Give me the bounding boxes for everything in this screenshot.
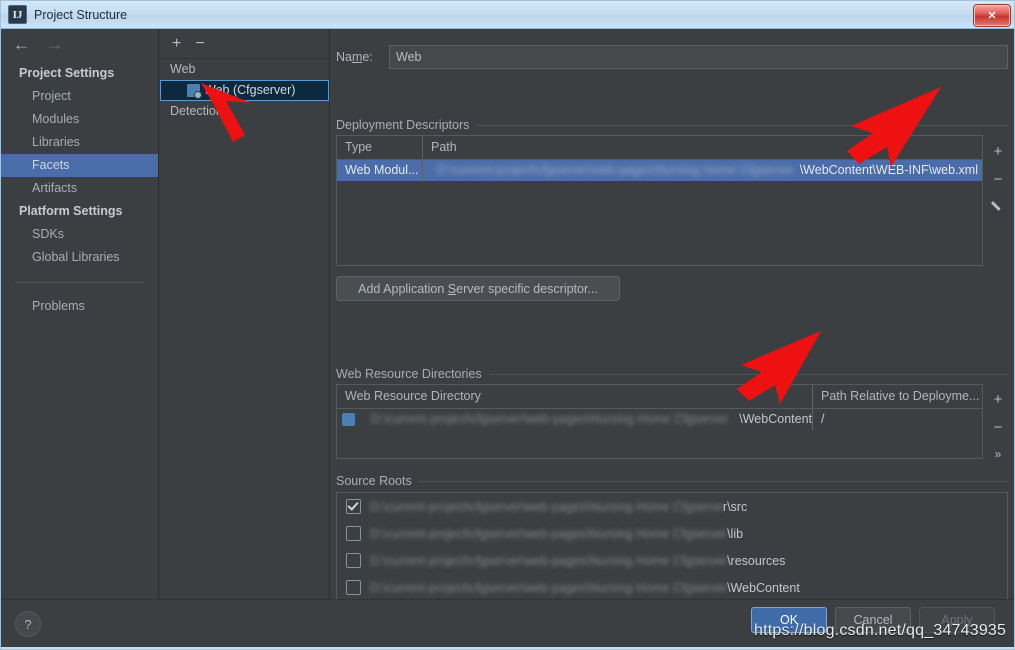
group-divider bbox=[418, 480, 1008, 482]
add-icon[interactable]: + bbox=[994, 144, 1003, 159]
sidebar-item-problems[interactable]: Problems bbox=[1, 295, 158, 318]
source-root-checkbox[interactable] bbox=[346, 499, 361, 514]
group-divider bbox=[488, 373, 1008, 375]
cell-relative-path: / bbox=[812, 409, 982, 430]
source-root-path-visible: \resources bbox=[727, 553, 786, 568]
web-resource-table-tools: + − » bbox=[984, 387, 1012, 460]
source-root-path-blurred: D:\current-project\cfgserver\web-pages\N… bbox=[370, 580, 728, 595]
source-roots-list: D:\current-project\cfgserver\web-pages\N… bbox=[336, 492, 1008, 614]
tree-node-label: Web (Cfgserver) bbox=[204, 83, 296, 97]
title-bar: IJ Project Structure ✕ bbox=[1, 1, 1014, 29]
remove-icon[interactable]: − bbox=[994, 420, 1003, 435]
sidebar-list: Project Settings Project Modules Librari… bbox=[1, 62, 158, 318]
table-header: Web Resource Directory Path Relative to … bbox=[337, 385, 982, 409]
table-header: Type Path bbox=[337, 136, 982, 160]
sidebar-group-project-settings: Project Settings bbox=[19, 66, 115, 80]
cell-path-blurred: D:\current-project\cfgserver\web-pages\N… bbox=[436, 163, 794, 177]
column-header-web-resource-directory[interactable]: Web Resource Directory bbox=[337, 385, 812, 408]
window-title: Project Structure bbox=[34, 7, 128, 22]
list-item[interactable]: D:\current-project\cfgserver\web-pages\N… bbox=[337, 574, 1007, 601]
facet-name-label: Name: bbox=[336, 50, 373, 64]
close-icon[interactable]: ✕ bbox=[974, 5, 1010, 26]
list-item[interactable]: D:\current-project\cfgserver\web-pages\N… bbox=[337, 547, 1007, 574]
source-root-checkbox[interactable] bbox=[346, 526, 361, 541]
facet-detail-panel: Name: Deployment Descriptors Type Path W… bbox=[331, 29, 1014, 614]
arrow-left-icon[interactable]: ← bbox=[13, 36, 30, 53]
source-root-path-blurred: D:\current-project\cfgserver\web-pages\N… bbox=[370, 499, 723, 514]
source-root-path-visible: \lib bbox=[727, 526, 744, 541]
add-icon[interactable]: + bbox=[172, 35, 181, 52]
web-resource-directories-table: Web Resource Directory Path Relative to … bbox=[336, 384, 983, 459]
apply-button: Apply bbox=[919, 607, 995, 633]
source-root-checkbox[interactable] bbox=[346, 553, 361, 568]
tree-node-web[interactable]: Web bbox=[160, 59, 329, 80]
column-header-type[interactable]: Type bbox=[337, 136, 422, 159]
tree-node-detection[interactable]: Detection bbox=[160, 101, 329, 122]
cell-type: Web Modul... bbox=[345, 163, 419, 177]
edit-icon[interactable] bbox=[992, 200, 1005, 213]
arrow-right-icon[interactable]: → bbox=[46, 36, 63, 53]
cell-dir-visible: \WebContent bbox=[739, 412, 812, 426]
ok-button[interactable]: OK bbox=[751, 607, 827, 633]
web-facet-icon bbox=[187, 84, 202, 99]
cancel-button[interactable]: Cancel bbox=[835, 607, 911, 633]
project-structure-window: IJ Project Structure ✕ ← → Project Setti… bbox=[0, 0, 1015, 650]
folder-icon bbox=[342, 413, 355, 426]
cell-path: D:\current-project\cfgserver\web-pages\N… bbox=[422, 160, 982, 181]
sidebar-item-facets[interactable]: Facets bbox=[1, 154, 158, 177]
facet-tree-panel: + − Web Web (Cfgserver) Detection bbox=[160, 29, 330, 599]
sidebar-item-libraries[interactable]: Libraries bbox=[1, 131, 158, 154]
add-application-server-descriptor-button[interactable]: Add Application Server specific descript… bbox=[336, 276, 620, 301]
source-root-path-visible: r\src bbox=[722, 499, 748, 514]
group-divider bbox=[476, 124, 1008, 126]
sidebar-item-artifacts[interactable]: Artifacts bbox=[1, 177, 158, 200]
source-root-path-blurred: D:\current-project\cfgserver\web-pages\N… bbox=[370, 526, 728, 541]
group-label: Web Resource Directories bbox=[336, 367, 482, 381]
navigation-arrows: ← → bbox=[1, 29, 158, 59]
source-root-checkbox[interactable] bbox=[346, 580, 361, 595]
list-item[interactable]: D:\current-project\cfgserver\web-pages\N… bbox=[337, 520, 1007, 547]
group-label: Source Roots bbox=[336, 474, 412, 488]
sidebar-divider bbox=[15, 282, 144, 283]
column-header-path-relative[interactable]: Path Relative to Deployme... bbox=[812, 385, 982, 408]
list-item[interactable]: D:\current-project\cfgserver\web-pages\N… bbox=[337, 493, 1007, 520]
source-roots-title: Source Roots bbox=[336, 474, 1008, 488]
deployment-table-tools: + − bbox=[984, 139, 1012, 213]
group-label: Deployment Descriptors bbox=[336, 118, 470, 132]
expand-icon[interactable]: » bbox=[995, 448, 1002, 460]
cell-web-resource-directory: D:\current-project\cfgserver\web-pages\N… bbox=[337, 409, 812, 430]
facet-name-input[interactable] bbox=[389, 45, 1008, 69]
source-root-path-visible: \WebContent bbox=[727, 580, 800, 595]
intellij-idea-icon: IJ bbox=[8, 5, 27, 24]
source-root-path-blurred: D:\current-project\cfgserver\web-pages\N… bbox=[370, 553, 728, 568]
facet-tree-toolbar: + − bbox=[160, 29, 329, 59]
web-resource-directories-title: Web Resource Directories bbox=[336, 367, 1008, 381]
sidebar-group-platform-settings: Platform Settings bbox=[19, 204, 123, 218]
facet-name-row: Name: bbox=[336, 45, 1008, 69]
remove-icon[interactable]: − bbox=[994, 172, 1003, 187]
sidebar-item-sdks[interactable]: SDKs bbox=[1, 223, 158, 246]
settings-sidebar: ← → Project Settings Project Modules Lib… bbox=[1, 29, 159, 599]
column-header-path[interactable]: Path bbox=[422, 136, 982, 159]
sidebar-item-project[interactable]: Project bbox=[1, 85, 158, 108]
tree-node-label: Detection bbox=[170, 104, 223, 118]
help-button[interactable]: ? bbox=[15, 611, 41, 637]
table-row[interactable]: D:\current-project\cfgserver\web-pages\N… bbox=[337, 409, 982, 430]
cell-dir-blurred: D:\current-project\cfgserver\web-pages\N… bbox=[371, 412, 729, 426]
sidebar-item-modules[interactable]: Modules bbox=[1, 108, 158, 131]
cell-path-visible: \WebContent\WEB-INF\web.xml bbox=[799, 163, 978, 177]
tree-node-label: Web bbox=[170, 62, 196, 76]
add-icon[interactable]: + bbox=[994, 392, 1003, 407]
sidebar-item-global-libraries[interactable]: Global Libraries bbox=[1, 246, 158, 269]
tree-node-web-cfgserver[interactable]: Web (Cfgserver) bbox=[160, 80, 329, 101]
deployment-descriptors-title: Deployment Descriptors bbox=[336, 118, 1008, 132]
dialog-body: ← → Project Settings Project Modules Lib… bbox=[1, 29, 1014, 614]
facet-tree: Web Web (Cfgserver) Detection bbox=[160, 59, 329, 122]
table-row[interactable]: Web Modul... D:\current-project\cfgserve… bbox=[337, 160, 982, 181]
deployment-descriptors-table: Type Path Web Modul... D:\current-projec… bbox=[336, 135, 983, 266]
remove-icon[interactable]: − bbox=[195, 35, 204, 52]
